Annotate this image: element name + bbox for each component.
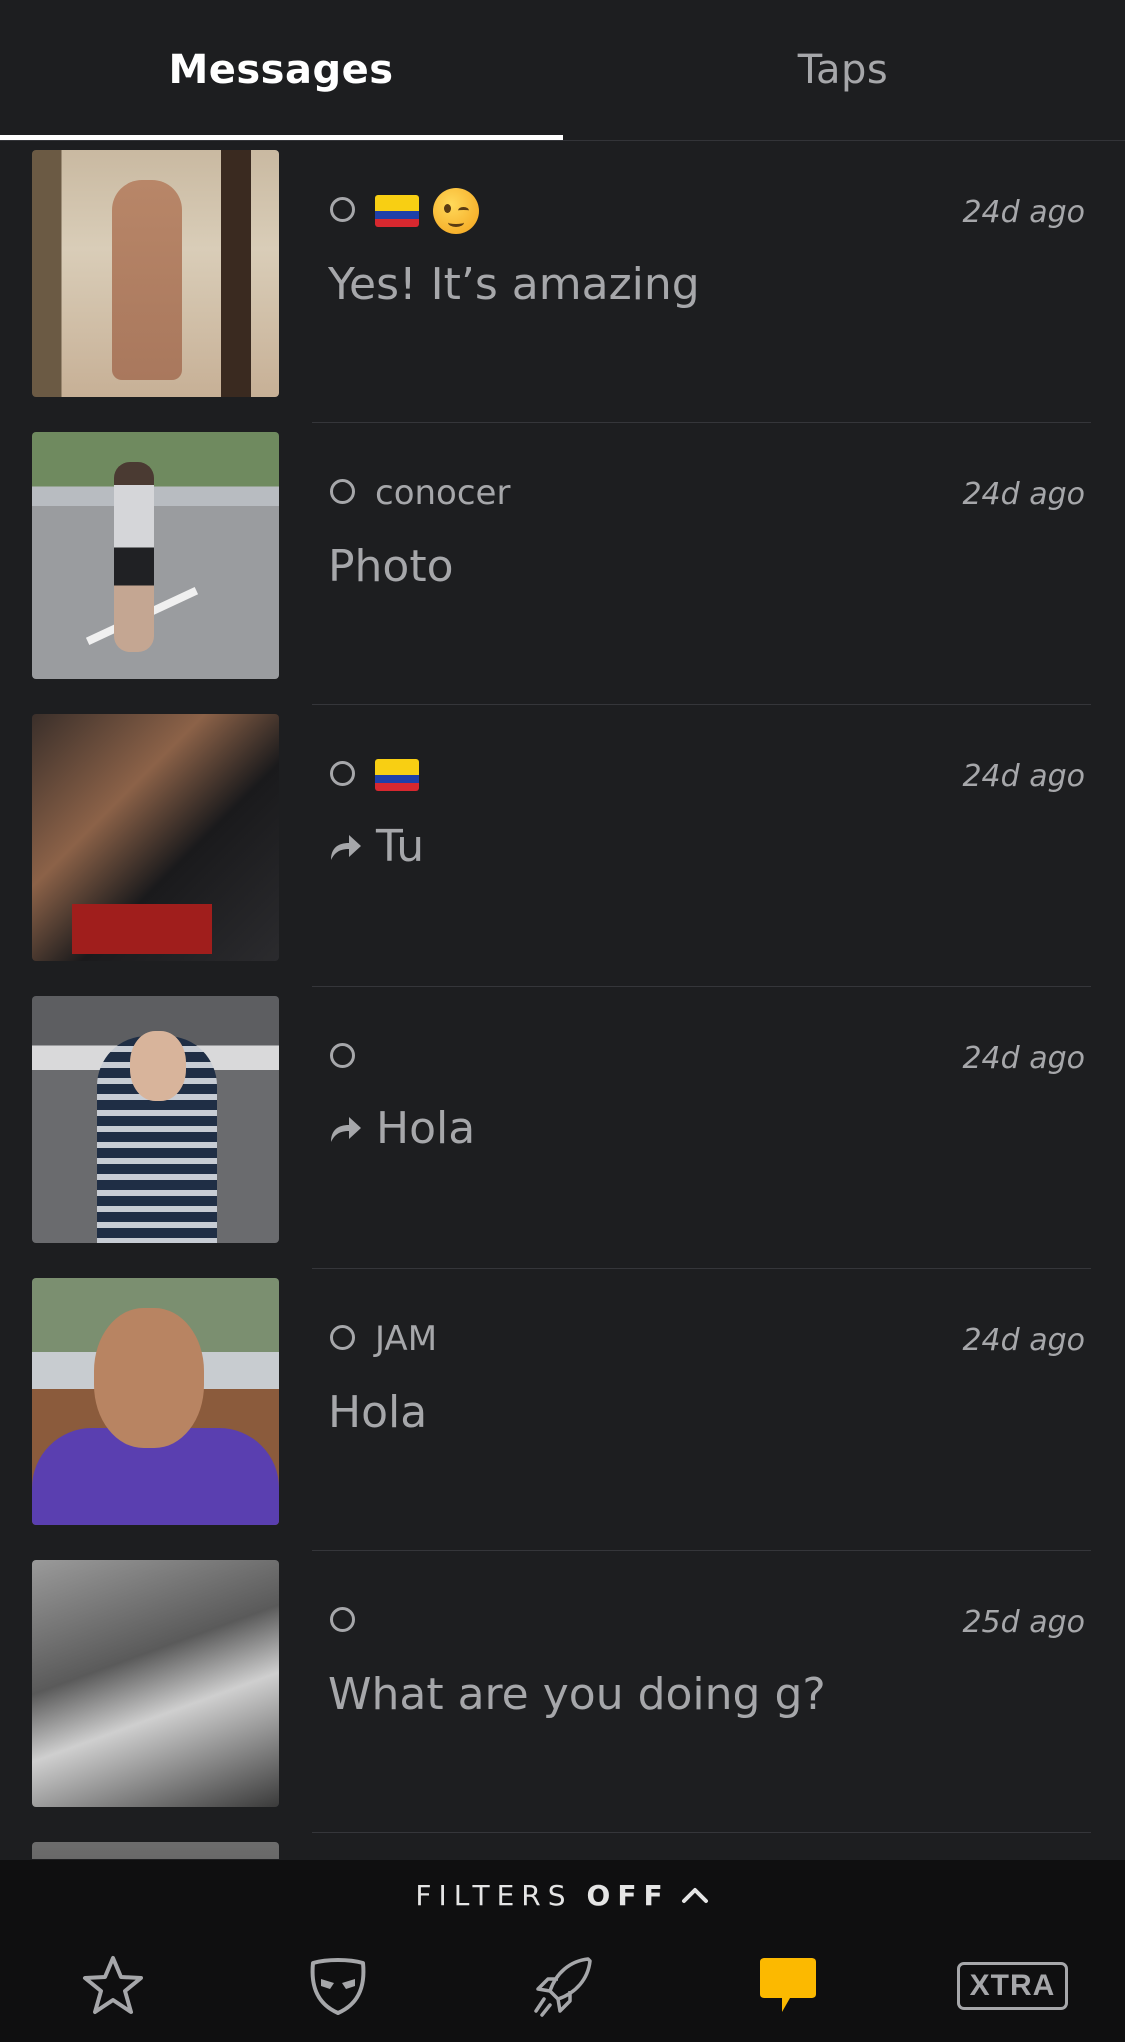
profile-photo[interactable] (32, 996, 279, 1243)
message-timestamp: 24d ago (962, 1323, 1085, 1358)
conversation-row[interactable] (0, 1833, 1125, 1859)
conversation-row[interactable]: 25d ago What are you doing g? (0, 1551, 1125, 1833)
conversation-header: JAM (375, 1314, 437, 1364)
tab-bar: Messages Taps (0, 0, 1125, 141)
message-preview-text: Tu (376, 821, 425, 872)
nav-favorites[interactable] (0, 1930, 225, 2042)
conversation-row[interactable]: 24d ago Hola (0, 987, 1125, 1269)
nav-explore[interactable] (450, 1930, 675, 2042)
profile-photo[interactable] (32, 1278, 279, 1525)
message-preview: Photo (328, 541, 454, 592)
online-status-icon (330, 197, 355, 222)
conversation-header (375, 186, 479, 236)
message-preview: Tu (328, 821, 424, 872)
conversation-row[interactable]: conocer 24d ago Photo (0, 423, 1125, 705)
online-status-icon (330, 1043, 355, 1068)
message-timestamp: 24d ago (962, 1041, 1085, 1076)
colombia-flag-icon (375, 195, 419, 227)
profile-photo[interactable] (32, 432, 279, 679)
profile-photo[interactable] (32, 1560, 279, 1807)
message-preview: Yes! It’s amazing (328, 259, 700, 310)
filters-toggle[interactable]: FILTERS OFF (0, 1860, 1125, 1930)
profile-photo[interactable] (32, 150, 279, 397)
nav-messages[interactable] (675, 1930, 900, 2042)
filters-state: OFF (586, 1878, 670, 1912)
online-status-icon (330, 479, 355, 504)
profile-photo[interactable] (32, 1842, 279, 1859)
nav-browse[interactable] (225, 1930, 450, 2042)
message-preview: Hola (328, 1387, 427, 1438)
online-status-icon (330, 761, 355, 786)
winking-face-emoji-icon (433, 188, 479, 234)
display-name: JAM (375, 1319, 438, 1359)
display-name: conocer (375, 473, 511, 513)
conversation-list[interactable]: 24d ago Yes! It’s amazing conocer 24d ag… (0, 141, 1125, 1859)
grindr-mask-icon (310, 1958, 365, 2015)
bottom-navigation: XTRA (0, 1930, 1125, 2042)
conversation-header: conocer (375, 468, 510, 518)
message-timestamp: 24d ago (962, 195, 1085, 230)
profile-photo[interactable] (32, 714, 279, 961)
filters-label: FILTERS (415, 1878, 573, 1912)
tab-messages[interactable]: Messages (0, 0, 562, 140)
message-preview: What are you doing g? (328, 1669, 826, 1720)
conversation-header (375, 750, 419, 800)
chevron-up-icon (681, 1888, 708, 1903)
conversation-row[interactable]: 24d ago Yes! It’s amazing (0, 141, 1125, 423)
message-preview-text: What are you doing g? (328, 1669, 826, 1720)
rocket-icon (533, 1957, 592, 2017)
message-preview-text: Yes! It’s amazing (328, 259, 700, 310)
message-preview-text: Hola (376, 1103, 476, 1154)
conversation-row[interactable]: 24d ago Tu (0, 705, 1125, 987)
xtra-badge: XTRA (956, 1962, 1069, 2010)
online-status-icon (330, 1325, 355, 1350)
message-timestamp: 25d ago (962, 1605, 1085, 1640)
forwarded-reply-icon (331, 834, 361, 860)
message-preview-text: Hola (328, 1387, 428, 1438)
star-icon (82, 1956, 143, 2014)
message-timestamp: 24d ago (962, 759, 1085, 794)
nav-xtra[interactable]: XTRA (900, 1930, 1125, 2042)
colombia-flag-icon (375, 759, 419, 791)
chat-bubble-icon (759, 1958, 816, 2012)
message-timestamp: 24d ago (962, 477, 1085, 512)
conversation-row[interactable]: JAM 24d ago Hola (0, 1269, 1125, 1551)
online-status-icon (330, 1607, 355, 1632)
message-preview-text: Photo (328, 541, 454, 592)
message-preview: Hola (328, 1103, 475, 1154)
tab-taps[interactable]: Taps (562, 0, 1124, 140)
forwarded-reply-icon (331, 1116, 361, 1142)
active-tab-indicator (0, 135, 563, 140)
